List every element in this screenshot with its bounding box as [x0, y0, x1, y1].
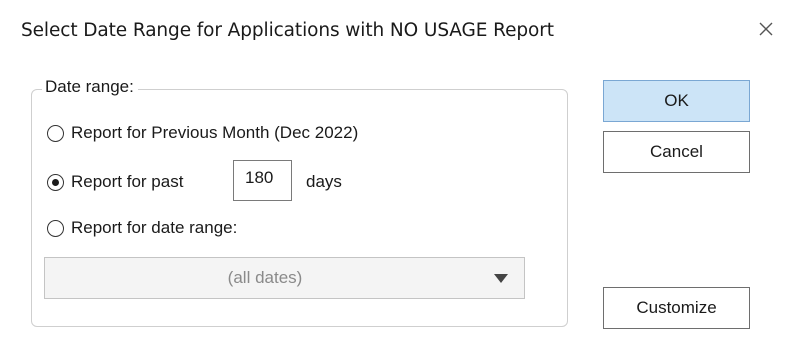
ok-button[interactable]: OK — [603, 80, 750, 122]
close-button[interactable] — [743, 0, 789, 62]
date-range-legend: Date range: — [42, 77, 138, 97]
radio-past-days[interactable]: Report for past — [47, 172, 183, 192]
radio-date-range-indicator[interactable] — [47, 219, 64, 237]
radio-past-days-label: Report for past — [71, 172, 184, 191]
date-range-dropdown[interactable]: (all dates) — [44, 257, 525, 299]
past-days-input[interactable] — [233, 160, 292, 201]
dialog-window: Select Date Range for Applications with … — [0, 0, 789, 339]
customize-button[interactable]: Customize — [603, 287, 750, 329]
radio-date-range-label: Report for date range: — [71, 218, 238, 237]
radio-previous-month-indicator[interactable] — [47, 124, 64, 142]
radio-previous-month[interactable]: Report for Previous Month (Dec 2022) — [47, 123, 358, 143]
days-suffix-label: days — [306, 172, 342, 191]
radio-date-range[interactable]: Report for date range: — [47, 218, 237, 238]
radio-previous-month-label: Report for Previous Month (Dec 2022) — [71, 123, 359, 142]
radio-past-days-indicator[interactable] — [47, 173, 64, 191]
title-bar: Select Date Range for Applications with … — [0, 0, 789, 62]
close-icon — [759, 22, 773, 36]
dialog-title: Select Date Range for Applications with … — [21, 20, 554, 41]
date-range-dropdown-value: (all dates) — [227, 268, 303, 287]
chevron-down-icon — [494, 274, 508, 283]
cancel-button[interactable]: Cancel — [603, 131, 750, 173]
